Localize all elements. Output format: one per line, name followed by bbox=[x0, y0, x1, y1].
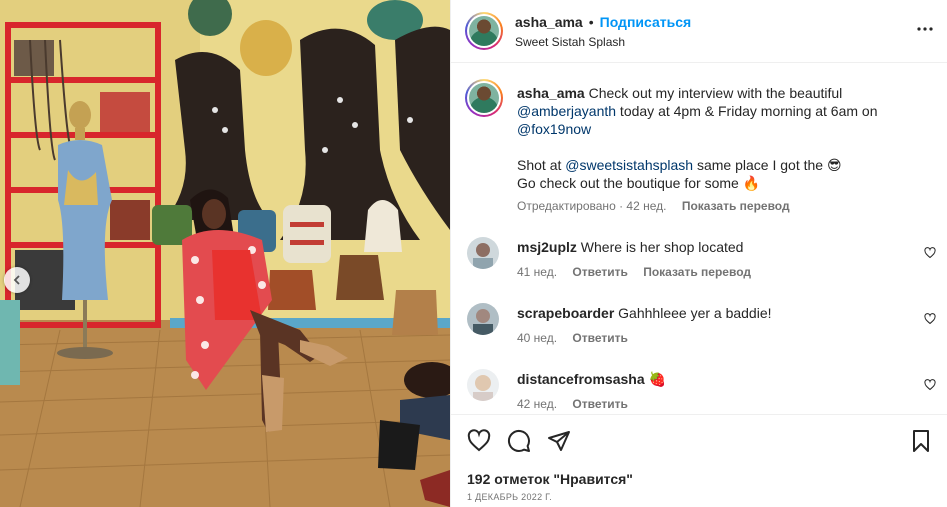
commenter-photo bbox=[467, 237, 499, 269]
photo-illustration bbox=[0, 0, 450, 507]
send-icon bbox=[548, 431, 570, 451]
caption-avatar[interactable] bbox=[465, 79, 503, 117]
follow-button[interactable]: Подписаться bbox=[600, 14, 692, 30]
comment-username[interactable]: distancefromsasha bbox=[517, 371, 645, 387]
post-header: asha_ama • Подписаться Sweet Sistah Splash bbox=[451, 0, 947, 63]
reply-button[interactable]: Ответить bbox=[572, 331, 627, 345]
like-button[interactable] bbox=[467, 429, 491, 456]
caption: asha_ama Check out my interview with the… bbox=[517, 84, 927, 192]
caption-translate-link[interactable]: Показать перевод bbox=[682, 199, 790, 213]
comment-age: 41 нед. bbox=[517, 265, 558, 279]
comments-list[interactable]: asha_ama Check out my interview with the… bbox=[451, 64, 947, 414]
author-avatar[interactable] bbox=[465, 12, 503, 50]
likes-count[interactable]: 192 отметок "Нравится" bbox=[467, 471, 633, 487]
heart-icon bbox=[924, 313, 936, 325]
comment-age: 42 нед. bbox=[517, 397, 558, 411]
location-link[interactable]: Sweet Sistah Splash bbox=[515, 35, 625, 49]
caption-edited-time: Отредактировано · 42 нед. bbox=[517, 199, 667, 213]
carousel-prev-button[interactable] bbox=[4, 267, 30, 293]
more-options-button[interactable] bbox=[916, 20, 934, 41]
comment-like-button[interactable] bbox=[924, 312, 936, 328]
caption-text-part: same place I got the 😎 bbox=[693, 157, 842, 173]
commenter-photo bbox=[467, 303, 499, 335]
reply-button[interactable]: Ответить bbox=[572, 265, 627, 279]
commenter-avatar[interactable] bbox=[467, 237, 499, 269]
post-view: asha_ama • Подписаться Sweet Sistah Splash… bbox=[0, 0, 947, 507]
save-button[interactable] bbox=[909, 429, 933, 456]
heart-icon bbox=[467, 429, 491, 452]
caption-text-part: today at 4pm & Friday morning at 6am on bbox=[616, 103, 878, 119]
bookmark-icon bbox=[913, 430, 929, 452]
mention-link[interactable]: @fox19now bbox=[517, 121, 591, 137]
comment-text: distancefromsasha 🍓 bbox=[517, 371, 666, 387]
caption-text-part: Shot at bbox=[517, 157, 566, 173]
commenter-avatar[interactable] bbox=[467, 369, 499, 401]
comment-icon bbox=[507, 429, 530, 452]
post-date: 1 ДЕКАБРЬ 2022 Г. bbox=[467, 492, 553, 502]
comment-age: 40 нед. bbox=[517, 331, 558, 345]
comment-text: msj2uplz Where is her shop located bbox=[517, 239, 744, 255]
heart-icon bbox=[924, 379, 936, 391]
comment-text: scrapeboarder Gahhhleee yer a baddie! bbox=[517, 305, 772, 321]
mention-link[interactable]: @sweetsistahsplash bbox=[565, 157, 693, 173]
reply-button[interactable]: Ответить bbox=[572, 397, 627, 411]
commenter-avatar[interactable] bbox=[467, 303, 499, 335]
post-side-panel: asha_ama • Подписаться Sweet Sistah Splash… bbox=[450, 0, 947, 507]
separator-dot: • bbox=[588, 14, 594, 30]
more-horizontal-icon bbox=[917, 27, 933, 31]
post-actions: 192 отметок "Нравится" 1 ДЕКАБРЬ 2022 Г. bbox=[451, 414, 947, 507]
caption-text-part: Check out my interview with the beautifu… bbox=[584, 85, 843, 101]
post-photo[interactable] bbox=[0, 0, 450, 507]
comment-button[interactable] bbox=[507, 429, 531, 456]
chevron-left-icon bbox=[13, 275, 20, 285]
translate-link[interactable]: Показать перевод bbox=[643, 265, 751, 279]
caption-username[interactable]: asha_ama bbox=[517, 85, 585, 101]
commenter-photo bbox=[467, 369, 499, 401]
comment-username[interactable]: scrapeboarder bbox=[517, 305, 614, 321]
comment-username[interactable]: msj2uplz bbox=[517, 239, 577, 255]
comment-like-button[interactable] bbox=[924, 378, 936, 394]
caption-text-part: Go check out the boutique for some 🔥 bbox=[517, 175, 761, 191]
mention-link[interactable]: @amberjayanth bbox=[517, 103, 616, 119]
comment-like-button[interactable] bbox=[924, 246, 936, 262]
share-button[interactable] bbox=[547, 429, 571, 456]
author-username[interactable]: asha_ama bbox=[515, 14, 583, 30]
heart-icon bbox=[924, 247, 936, 259]
